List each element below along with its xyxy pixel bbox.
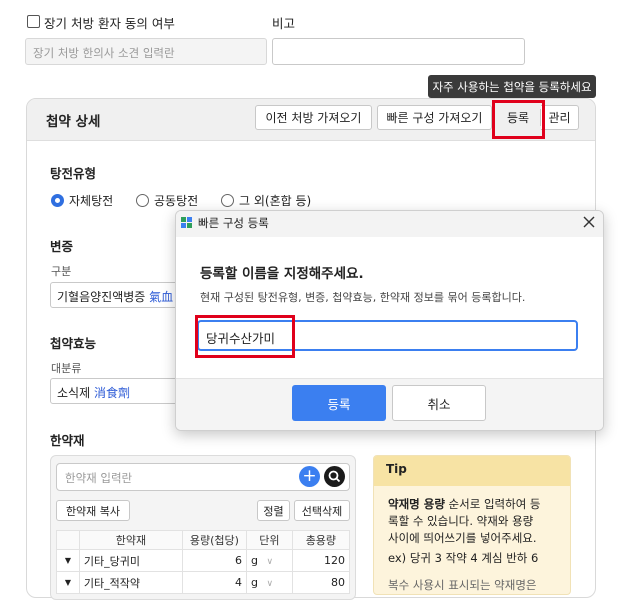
- dialog-cancel-button[interactable]: 취소: [392, 385, 486, 421]
- efficacy-value: 소식제: [57, 386, 91, 400]
- card-title: 첩약 상세: [46, 114, 101, 130]
- consent-checkbox[interactable]: [27, 15, 40, 28]
- consent-label: 장기 처방 환자 동의 여부: [44, 16, 175, 31]
- table-row[interactable]: ▼ 기타_당귀미 6 g ∨ 120: [56, 549, 351, 572]
- prev-prescription-button[interactable]: 이전 처방 가져오기: [255, 105, 372, 130]
- memo-input[interactable]: [272, 38, 525, 65]
- herb-unit[interactable]: g ∨: [245, 571, 293, 594]
- tip-line-2: 록할 수 있습니다. 약재와 용량: [388, 514, 534, 528]
- delete-selected-button[interactable]: 선택삭제: [294, 500, 350, 521]
- dialog-heading: 등록할 이름을 지정해주세요.: [200, 266, 364, 282]
- decoction-option-shared: 공동탕전: [154, 194, 199, 208]
- herbs-table: 한약재 용량(첩당) 단위 총용량 ▼ 기타_당귀미 6 g ∨ 120 ▼ 기…: [56, 530, 351, 594]
- sort-button[interactable]: 정렬: [257, 500, 290, 521]
- herb-name[interactable]: 기타_적작약: [78, 571, 183, 594]
- herb-unit[interactable]: g ∨: [245, 549, 293, 572]
- herb-unit-value: g: [250, 554, 258, 567]
- decoction-radio-other[interactable]: [221, 194, 234, 207]
- herb-unit-value: g: [250, 576, 258, 589]
- header-blank: [56, 530, 80, 550]
- tip-line-1: 약재명 용량 순서로 입력하여 등: [388, 496, 541, 512]
- header-total: 총용량: [291, 530, 351, 550]
- decoction-type-title: 탕전유형: [50, 166, 97, 181]
- efficacy-value-hanja: 消食劑: [93, 386, 130, 400]
- header-unit: 단위: [245, 530, 293, 550]
- efficacy-title: 첩약효능: [50, 336, 97, 351]
- pattern-value-hanja: 氣血: [149, 290, 174, 304]
- tip-bold-text: 약재명 용량: [388, 497, 445, 511]
- close-icon[interactable]: [580, 213, 598, 231]
- herb-dose[interactable]: 4: [181, 571, 247, 594]
- chevron-down-icon: ∨: [266, 557, 274, 567]
- quick-load-button[interactable]: 빠른 구성 가져오기: [377, 105, 492, 130]
- copy-herbs-button[interactable]: 한약재 복사: [56, 500, 130, 521]
- tip-title: Tip: [386, 462, 407, 476]
- input-highlight: [195, 315, 295, 358]
- table-row[interactable]: ▼ 기타_적작약 4 g ∨ 80: [56, 571, 351, 594]
- decoction-radio-shared[interactable]: [136, 194, 149, 207]
- app-icon: [181, 217, 193, 229]
- decoction-option-other: 그 외(혼합 등): [239, 194, 312, 208]
- pattern-value: 기혈음양진액병증: [57, 290, 146, 304]
- herb-dose[interactable]: 6: [181, 549, 247, 572]
- dialog-footer: [176, 378, 603, 430]
- header-herb: 한약재: [78, 530, 183, 550]
- pattern-title: 변증: [50, 239, 74, 254]
- herb-total: 80: [291, 571, 351, 594]
- search-icon[interactable]: [324, 466, 345, 487]
- tip-line-3: 사이에 띄어쓰기를 넣어주세요.: [388, 531, 537, 545]
- dialog-title: 빠른 구성 등록: [198, 216, 269, 230]
- tip-line-5: 복수 사용시 표시되는 약재명은: [388, 578, 537, 592]
- register-tooltip: 자주 사용하는 첩약을 등록하세요: [428, 75, 596, 98]
- row-expand-icon[interactable]: ▼: [56, 571, 80, 594]
- dialog-description: 현재 구성된 탕전유형, 변증, 첩약효능, 한약재 정보를 묶어 등록합니다.: [200, 291, 526, 304]
- herbs-title: 한약재: [50, 433, 85, 448]
- decoction-radio-self[interactable]: [51, 194, 64, 207]
- tip-line-1-rest: 순서로 입력하여 등: [444, 497, 541, 511]
- pattern-sub-label: 구분: [51, 265, 72, 278]
- decoction-option-self: 자체탕전: [69, 194, 114, 208]
- row-expand-icon[interactable]: ▼: [56, 549, 80, 572]
- consent-opinion-input: 장기 처방 한의사 소견 입력란: [25, 38, 267, 65]
- herb-total: 120: [291, 549, 351, 572]
- efficacy-sub-label: 대분류: [51, 362, 82, 375]
- manage-button[interactable]: 관리: [541, 105, 579, 130]
- herb-search-placeholder: 한약재 입력란: [65, 471, 133, 485]
- herb-name[interactable]: 기타_당귀미: [78, 549, 183, 572]
- dialog-confirm-button[interactable]: 등록: [292, 385, 386, 421]
- consent-opinion-placeholder: 장기 처방 한의사 소견 입력란: [33, 46, 175, 60]
- herbs-table-header: 한약재 용량(첩당) 단위 총용량: [56, 530, 351, 550]
- memo-label: 비고: [272, 16, 296, 31]
- add-herb-icon[interactable]: +: [299, 466, 320, 487]
- header-dose: 용량(첩당): [181, 530, 247, 550]
- tip-line-4: ex) 당귀 3 작약 4 계심 반하 6: [388, 551, 539, 565]
- register-highlight: [492, 100, 545, 139]
